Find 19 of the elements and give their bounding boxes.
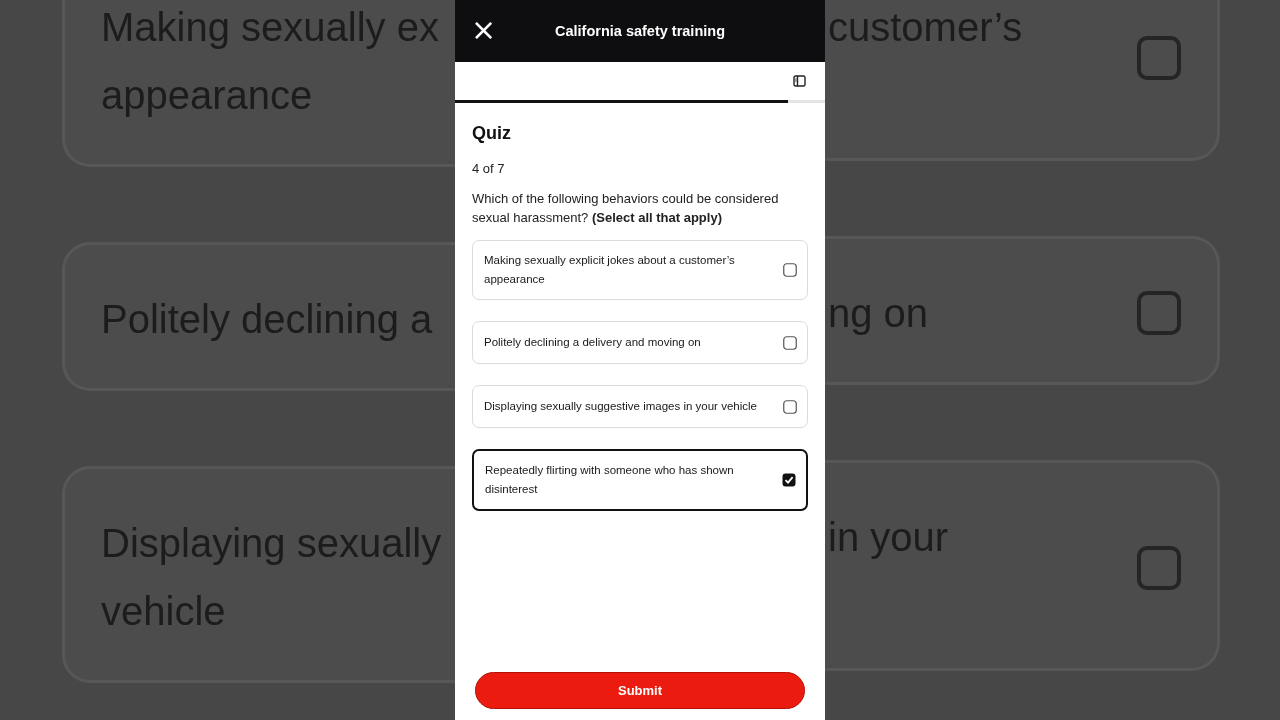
checkbox[interactable] bbox=[782, 473, 796, 487]
question-text: Which of the following behaviors could be considered sexual harassment? (Select all that apply) bbox=[472, 190, 780, 227]
option-label: Making sexually explicit jokes about a customer’s appearance bbox=[484, 253, 736, 287]
question-counter: 4 of 7 bbox=[472, 161, 506, 176]
answer-option[interactable]: Politely declining a delivery and moving on bbox=[472, 321, 808, 364]
quiz-title: Quiz bbox=[472, 123, 512, 144]
checkbox[interactable] bbox=[783, 335, 797, 350]
answer-option[interactable]: Displaying sexually suggestive images in your vehicle bbox=[472, 385, 808, 428]
answer-option[interactable]: Making sexually explicit jokes about a customer’s appearance bbox=[472, 240, 808, 300]
checkbox[interactable] bbox=[783, 399, 797, 414]
submit-button[interactable]: Submit bbox=[475, 672, 805, 709]
checkbox[interactable] bbox=[783, 263, 797, 277]
option-label: Politely declining a delivery and moving on bbox=[484, 335, 702, 350]
screen-title: California safety training bbox=[555, 23, 725, 39]
close-button[interactable]: × bbox=[467, 14, 501, 46]
answer-option[interactable]: Repeatedly flirting with someone who has shown disinterest bbox=[472, 449, 808, 511]
sidebar-icon[interactable] bbox=[793, 75, 806, 87]
option-label: Repeatedly flirting with someone who has shown disinterest bbox=[485, 463, 735, 497]
option-label: Displaying sexually suggestive images in your vehicle bbox=[484, 399, 758, 414]
